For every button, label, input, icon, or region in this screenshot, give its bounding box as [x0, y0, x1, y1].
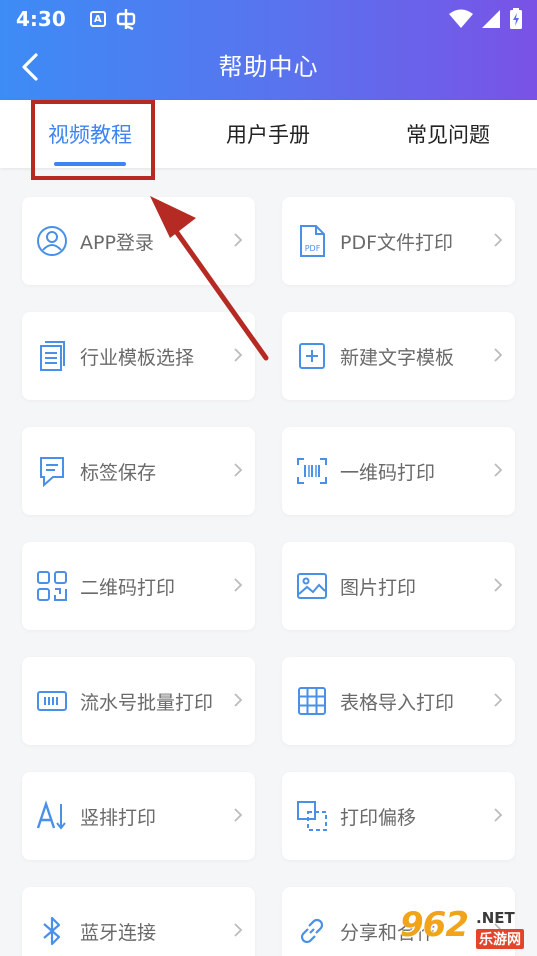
serial-number-icon: [35, 684, 69, 718]
item-label: 图片打印: [340, 576, 417, 599]
item-label: 竖排打印: [80, 806, 157, 829]
item-label: 表格导入打印: [340, 691, 455, 714]
item-pdf-print[interactable]: PDF PDF文件打印: [282, 197, 515, 285]
item-app-login[interactable]: APP登录: [22, 197, 255, 285]
item-label: 标签保存: [80, 461, 157, 484]
signal-icon: [482, 10, 500, 28]
offset-icon: [295, 799, 329, 833]
item-label: APP登录: [80, 231, 154, 254]
item-label-save[interactable]: 标签保存: [22, 427, 255, 515]
item-image-print[interactable]: 图片打印: [282, 542, 515, 630]
chevron-right-icon: [494, 808, 503, 822]
pdf-file-icon: PDF: [295, 224, 329, 258]
item-label: 行业模板选择: [80, 346, 195, 369]
chevron-right-icon: [234, 693, 243, 707]
item-print-offset[interactable]: 打印偏移: [282, 772, 515, 860]
chevron-right-icon: [494, 693, 503, 707]
user-circle-icon: [35, 224, 69, 258]
item-bluetooth-connect[interactable]: 蓝牙连接: [22, 887, 255, 956]
tab-user-manual[interactable]: 用户手册: [218, 100, 318, 168]
tab-faq[interactable]: 常见问题: [398, 100, 498, 168]
chevron-right-icon: [494, 923, 503, 937]
page-title: 帮助中心: [218, 53, 319, 81]
item-label: 新建文字模板: [340, 346, 455, 369]
bug-notification-icon: [116, 8, 136, 30]
status-time: 4:30: [16, 7, 66, 31]
link-icon: [295, 914, 329, 948]
item-label: 流水号批量打印: [80, 691, 214, 714]
qrcode-icon: [35, 569, 69, 603]
item-label: 打印偏移: [340, 806, 417, 829]
item-new-text-template[interactable]: 新建文字模板: [282, 312, 515, 400]
active-tab-indicator: [54, 162, 126, 166]
chevron-right-icon: [494, 578, 503, 592]
chevron-right-icon: [494, 348, 503, 362]
chevron-right-icon: [234, 578, 243, 592]
item-industry-template[interactable]: 行业模板选择: [22, 312, 255, 400]
battery-icon: [510, 8, 522, 29]
wifi-icon: [449, 9, 473, 28]
item-vertical-print[interactable]: 竖排打印: [22, 772, 255, 860]
svg-text:PDF: PDF: [305, 244, 321, 253]
item-label: 一维码打印: [340, 461, 436, 484]
chevron-right-icon: [234, 348, 243, 362]
chevron-right-icon: [234, 923, 243, 937]
app-header: 4:30 A 帮助中心: [0, 0, 537, 100]
chevron-right-icon: [494, 233, 503, 247]
tab-bar: 视频教程 用户手册 常见问题: [0, 100, 537, 168]
item-label: 二维码打印: [80, 576, 176, 599]
item-label: 分享和合作: [340, 921, 436, 944]
chevron-right-icon: [494, 463, 503, 477]
item-share-cooperate[interactable]: 分享和合作: [282, 887, 515, 956]
item-label: PDF文件打印: [340, 231, 454, 254]
add-box-icon: [295, 339, 329, 373]
chevron-right-icon: [234, 808, 243, 822]
table-grid-icon: [295, 684, 329, 718]
chevron-right-icon: [234, 463, 243, 477]
item-barcode-print[interactable]: 一维码打印: [282, 427, 515, 515]
template-stack-icon: [35, 339, 69, 373]
bluetooth-icon: [35, 914, 69, 948]
label-save-icon: [35, 454, 69, 488]
barcode-icon: [295, 454, 329, 488]
tab-video-tutorial[interactable]: 视频教程: [40, 100, 140, 168]
item-table-import-print[interactable]: 表格导入打印: [282, 657, 515, 745]
status-bar: 4:30 A: [0, 0, 537, 38]
a-notification-icon: A: [89, 11, 106, 27]
image-icon: [295, 569, 329, 603]
item-qrcode-print[interactable]: 二维码打印: [22, 542, 255, 630]
vertical-text-icon: [35, 799, 69, 833]
chevron-right-icon: [234, 233, 243, 247]
item-serial-batch-print[interactable]: 流水号批量打印: [22, 657, 255, 745]
item-label: 蓝牙连接: [80, 921, 157, 944]
